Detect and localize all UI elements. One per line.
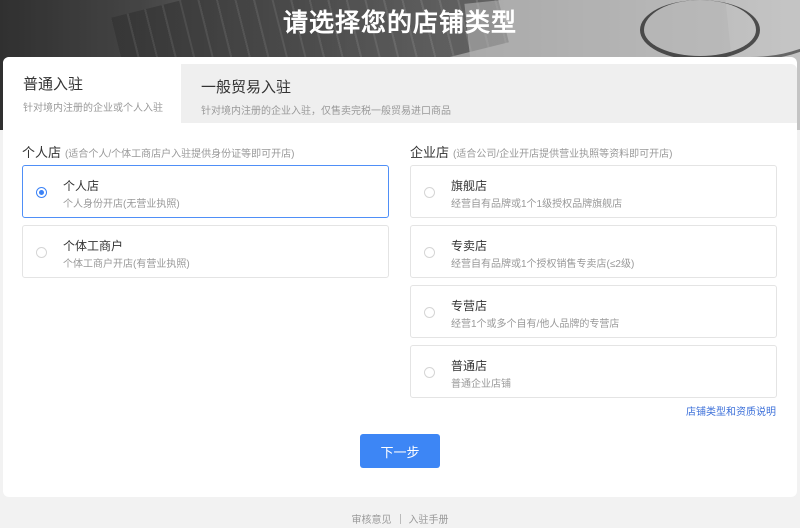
personal-section-title: 个人店 (适合个人/个体工商店户入驻提供身份证等即可开店) xyxy=(22,145,295,160)
radio-button[interactable] xyxy=(36,187,47,198)
option-flagship-store[interactable]: 旗舰店 经营自有品牌或1个1级授权品牌旗舰店 xyxy=(410,165,777,218)
page-title: 请选择您的店铺类型 xyxy=(282,9,517,37)
tab-subtitle: 针对境内注册的企业或个人入驻 xyxy=(23,103,163,114)
store-type-panel: 普通入驻 针对境内注册的企业或个人入驻 一般贸易入驻 针对境内注册的企业入驻，仅… xyxy=(3,57,797,497)
tab-subtitle: 针对境内注册的企业入驻，仅售卖完税一般贸易进口商品 xyxy=(201,106,451,117)
store-type-help-link[interactable]: 店铺类型和资质说明 xyxy=(686,403,776,418)
option-general-store[interactable]: 普通店 普通企业店铺 xyxy=(410,345,777,398)
tab-standard-entry[interactable]: 普通入驻 针对境内注册的企业或个人入驻 xyxy=(3,57,181,123)
divider xyxy=(399,514,401,524)
tab-title: 普通入驻 xyxy=(23,76,84,93)
radio-button[interactable] xyxy=(424,187,435,198)
enterprise-section-title: 企业店 (适合公司/企业开店提供营业执照等资料即可开店) xyxy=(410,145,673,160)
footer: 审核意见 入驻手册 xyxy=(0,511,800,526)
radio-button[interactable] xyxy=(36,247,47,258)
option-exclusive-store[interactable]: 专卖店 经营自有品牌或1个授权销售专卖店(≤2级) xyxy=(410,225,777,278)
radio-button[interactable] xyxy=(424,307,435,318)
next-step-button[interactable]: 下一步 xyxy=(360,434,440,468)
option-personal-store[interactable]: 个人店 个人身份开店(无营业执照) xyxy=(22,165,389,218)
tab-bar: 普通入驻 针对境内注册的企业或个人入驻 一般贸易入驻 针对境内注册的企业入驻，仅… xyxy=(3,57,797,123)
section-hint: (适合公司/企业开店提供营业执照等资料即可开店) xyxy=(453,149,673,160)
option-individual-business[interactable]: 个体工商户 个体工商户开店(有营业执照) xyxy=(22,225,389,278)
radio-button[interactable] xyxy=(424,367,435,378)
entry-manual-link[interactable]: 入驻手册 xyxy=(409,515,449,526)
radio-button[interactable] xyxy=(424,247,435,258)
review-feedback-link[interactable]: 审核意见 xyxy=(352,515,392,526)
section-hint: (适合个人/个体工商店户入驻提供身份证等即可开店) xyxy=(65,149,295,160)
option-specialty-store[interactable]: 专营店 经营1个或多个自有/他人品牌的专营店 xyxy=(410,285,777,338)
tab-general-trade-entry[interactable]: 一般贸易入驻 针对境内注册的企业入驻，仅售卖完税一般贸易进口商品 xyxy=(201,57,451,123)
tab-title: 一般贸易入驻 xyxy=(201,79,292,96)
